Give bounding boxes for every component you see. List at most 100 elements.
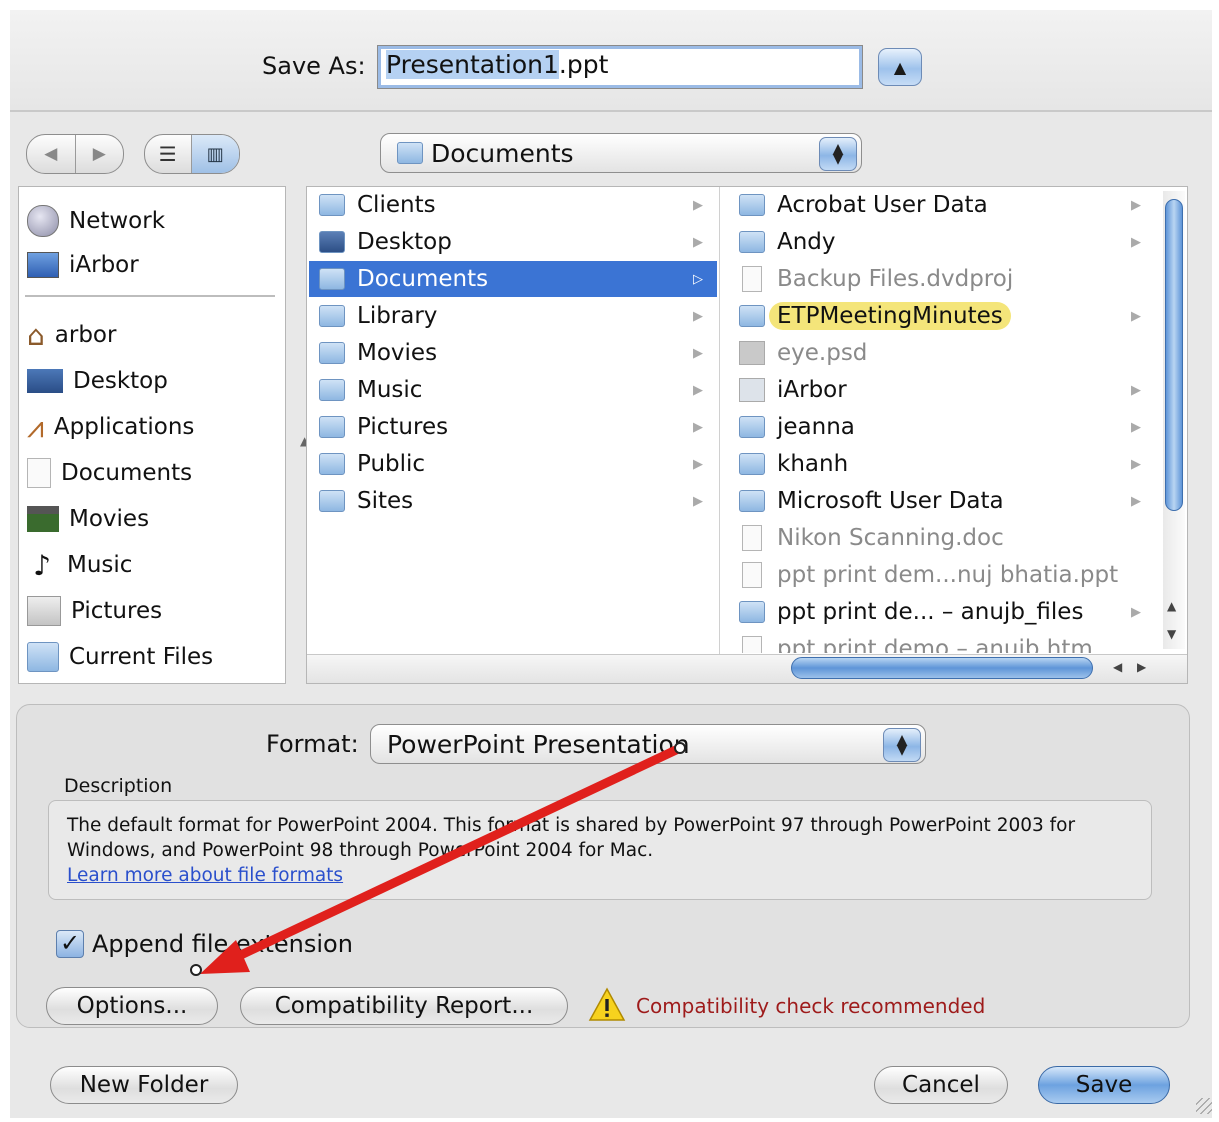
column-row-desktop[interactable]: Desktop ▶ bbox=[309, 224, 717, 260]
sidebar-item-label: Movies bbox=[69, 506, 150, 532]
row-label: ppt print de... – anujb_files bbox=[777, 599, 1084, 625]
public-folder-icon bbox=[319, 453, 345, 475]
cancel-button[interactable]: Cancel bbox=[874, 1066, 1008, 1104]
sidebar-item-pictures[interactable]: Pictures bbox=[27, 591, 162, 631]
format-label: Format: bbox=[266, 730, 359, 758]
library-folder-icon bbox=[319, 305, 345, 327]
sidebar-item-network[interactable]: Network bbox=[27, 201, 165, 241]
vertical-scrollbar[interactable]: ▲ ▼ bbox=[1163, 191, 1185, 649]
compatibility-warning-text: Compatibility check recommended bbox=[636, 994, 986, 1018]
disclosure-arrow-icon: ▶ bbox=[1131, 308, 1141, 324]
sidebar-item-movies[interactable]: Movies bbox=[27, 499, 149, 539]
learn-more-link[interactable]: Learn more about file formats bbox=[67, 863, 1133, 888]
append-extension-checkbox[interactable]: ✓ bbox=[56, 930, 84, 958]
vertical-scroll-thumb[interactable] bbox=[1165, 199, 1183, 511]
scroll-down-arrow-icon[interactable]: ▼ bbox=[1167, 627, 1176, 641]
options-button[interactable]: Options... bbox=[46, 987, 218, 1025]
column-row-andy[interactable]: Andy ▶ bbox=[729, 224, 1155, 260]
scroll-left-arrow-icon[interactable]: ◀ bbox=[1113, 660, 1122, 674]
column-row-backup-files: Backup Files.dvdproj bbox=[729, 261, 1155, 297]
sidebar-item-arbor[interactable]: ⌂ arbor bbox=[27, 315, 116, 355]
sites-folder-icon bbox=[319, 490, 345, 512]
disclosure-arrow-icon: ▶ bbox=[1131, 493, 1141, 509]
sidebar-item-label: iArbor bbox=[69, 252, 139, 278]
list-view-button[interactable]: ☰ bbox=[145, 135, 192, 173]
folder-icon bbox=[739, 490, 765, 512]
format-popup[interactable]: PowerPoint Presentation ▲ ▼ bbox=[370, 724, 926, 764]
desktop-icon bbox=[27, 369, 63, 393]
file-browser: Clients ▶ Desktop ▶ Documents ▷ Library ▶ Mo… bbox=[306, 186, 1188, 684]
column-row-iarbor[interactable]: iArbor ▶ bbox=[729, 372, 1155, 408]
column-row-clients[interactable]: Clients ▶ bbox=[309, 187, 717, 223]
row-label: Acrobat User Data bbox=[777, 192, 988, 218]
column-row-library[interactable]: Library ▶ bbox=[309, 298, 717, 334]
column-row-jeanna[interactable]: jeanna ▶ bbox=[729, 409, 1155, 445]
column-row-documents[interactable]: Documents ▷ bbox=[309, 261, 717, 297]
sidebar-item-label: Music bbox=[67, 552, 133, 578]
resize-grip-icon[interactable] bbox=[1196, 1098, 1212, 1114]
clapperboard-icon bbox=[27, 506, 59, 532]
column-row-nikon-scanning: Nikon Scanning.doc bbox=[729, 520, 1155, 556]
location-popup[interactable]: Documents ▲ ▼ bbox=[380, 133, 862, 173]
row-label: Pictures bbox=[357, 414, 449, 440]
description-box: The default format for PowerPoint 2004. … bbox=[48, 800, 1152, 900]
home-icon: ⌂ bbox=[27, 318, 45, 352]
folder-icon bbox=[739, 194, 765, 216]
sidebar-item-music[interactable]: ♪ Music bbox=[27, 545, 132, 585]
folder-icon bbox=[739, 231, 765, 253]
sidebar-item-iarbor[interactable]: iArbor bbox=[27, 245, 139, 285]
column-view-button[interactable]: ▥ bbox=[191, 135, 239, 173]
disclosure-arrow-icon: ▶ bbox=[1131, 197, 1141, 213]
column-row-public[interactable]: Public ▶ bbox=[309, 446, 717, 482]
row-label: Movies bbox=[357, 340, 438, 366]
row-label: ppt print dem...nuj bhatia.ppt bbox=[777, 562, 1119, 588]
row-label: Documents bbox=[357, 266, 489, 292]
list-view-icon: ☰ bbox=[158, 142, 177, 166]
save-button[interactable]: Save bbox=[1038, 1066, 1170, 1104]
column-row-microsoft-user-data[interactable]: Microsoft User Data ▶ bbox=[729, 483, 1155, 519]
horizontal-scroll-thumb[interactable] bbox=[791, 657, 1093, 679]
browser-column-documents: Acrobat User Data ▶ Andy ▶ Backup Files.dv… bbox=[727, 187, 1157, 653]
powerpoint-file-icon bbox=[742, 562, 762, 588]
disclosure-arrow-icon: ▶ bbox=[1131, 234, 1141, 250]
sidebar-item-applications[interactable]: ⩘ Applications bbox=[27, 407, 194, 447]
column-divider[interactable] bbox=[719, 187, 720, 657]
folder-icon bbox=[27, 642, 59, 672]
compatibility-report-button[interactable]: Compatibility Report... bbox=[240, 987, 568, 1025]
view-mode-group: ☰ ▥ bbox=[144, 134, 240, 174]
row-label: Desktop bbox=[357, 229, 452, 255]
sidebar-item-desktop[interactable]: Desktop bbox=[27, 361, 168, 401]
horizontal-scrollbar[interactable]: ◀ ▶ bbox=[307, 654, 1187, 683]
column-row-music[interactable]: Music ▶ bbox=[309, 372, 717, 408]
disclosure-arrow-icon: ▶ bbox=[1131, 382, 1141, 398]
scroll-up-arrow-icon[interactable]: ▲ bbox=[1167, 599, 1176, 613]
back-button[interactable]: ◀ bbox=[27, 135, 76, 173]
row-label: Nikon Scanning.doc bbox=[777, 525, 1004, 551]
disclosure-arrow-icon: ▶ bbox=[693, 382, 703, 398]
column-row-movies[interactable]: Movies ▶ bbox=[309, 335, 717, 371]
checkmark-icon: ✓ bbox=[59, 929, 81, 957]
forward-button[interactable]: ▶ bbox=[76, 135, 124, 173]
column-row-khanh[interactable]: khanh ▶ bbox=[729, 446, 1155, 482]
sidebar-item-documents[interactable]: Documents bbox=[27, 453, 192, 493]
filename-input[interactable]: Presentation1.ppt bbox=[377, 45, 863, 89]
documents-folder-icon bbox=[319, 268, 345, 290]
column-row-anujb-files[interactable]: ppt print de... – anujb_files ▶ bbox=[729, 594, 1155, 630]
column-row-etpmeetingminutes[interactable]: ETPMeetingMinutes ▶ bbox=[729, 298, 1155, 334]
column-row-acrobat-user-data[interactable]: Acrobat User Data ▶ bbox=[729, 187, 1155, 223]
dvd-project-file-icon bbox=[742, 266, 762, 292]
row-label: Backup Files.dvdproj bbox=[777, 266, 1014, 292]
collapse-toggle-button[interactable]: ▲ bbox=[878, 48, 922, 86]
sidebar-item-current-files[interactable]: Current Files bbox=[27, 637, 213, 677]
popup-arrows-icon: ▲ ▼ bbox=[883, 728, 921, 762]
pictures-folder-icon bbox=[27, 596, 61, 626]
column-row-ppt-print-demo-ppt: ppt print dem...nuj bhatia.ppt bbox=[729, 557, 1155, 593]
column-row-sites[interactable]: Sites ▶ bbox=[309, 483, 717, 519]
description-text: The default format for PowerPoint 2004. … bbox=[67, 815, 1076, 861]
scroll-right-arrow-icon[interactable]: ▶ bbox=[1137, 660, 1146, 674]
disclosure-arrow-icon: ▶ bbox=[693, 345, 703, 361]
movies-folder-icon bbox=[319, 342, 345, 364]
row-label: ETPMeetingMinutes bbox=[769, 302, 1011, 330]
column-row-pictures[interactable]: Pictures ▶ bbox=[309, 409, 717, 445]
new-folder-button[interactable]: New Folder bbox=[50, 1066, 238, 1104]
